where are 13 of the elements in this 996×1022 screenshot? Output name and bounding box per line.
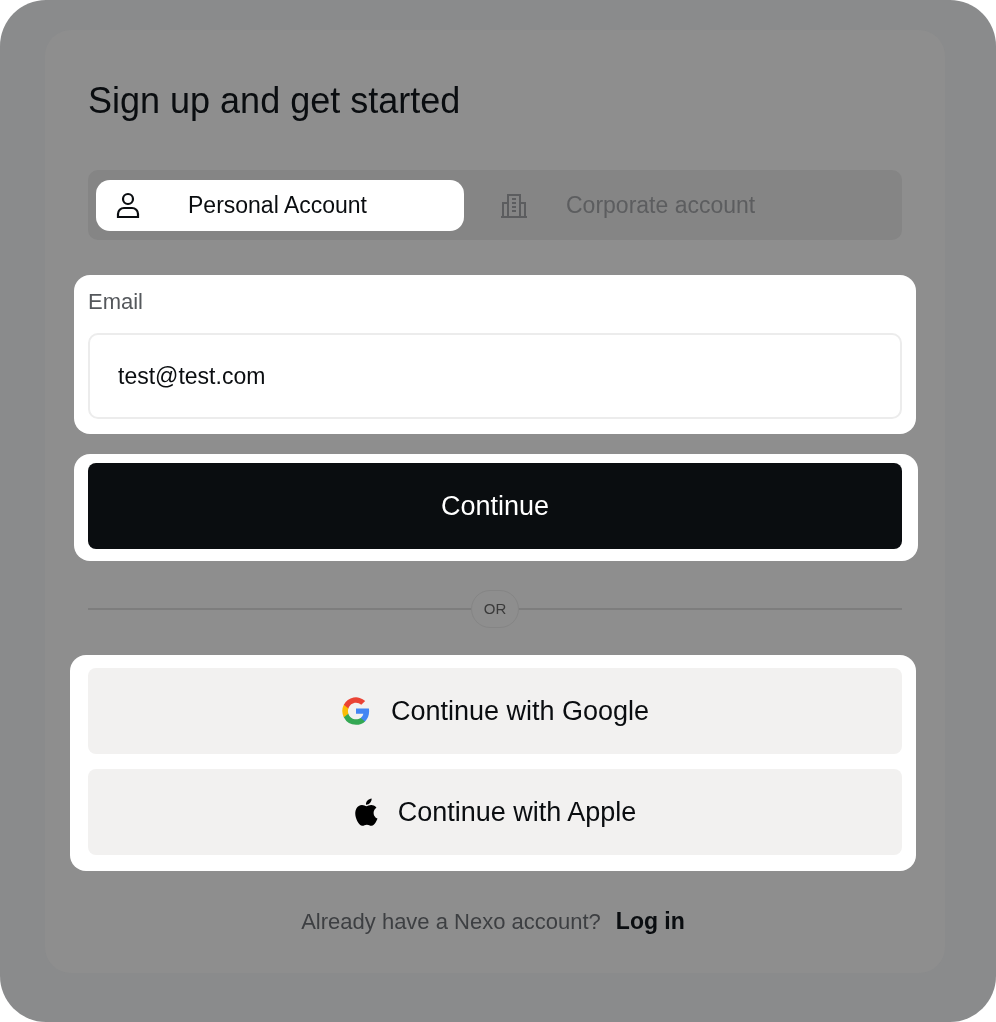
person-icon bbox=[116, 192, 140, 218]
apple-icon bbox=[353, 798, 378, 826]
footer-text: Already have a Nexo account? bbox=[301, 907, 601, 936]
field-label: Email bbox=[88, 289, 143, 315]
google-icon bbox=[340, 696, 371, 726]
email-field[interactable]: test@test.com bbox=[88, 333, 902, 419]
account-tab[interactable]: Personal Account bbox=[96, 179, 464, 231]
building-icon bbox=[500, 192, 528, 218]
page-title: Sign up and get started bbox=[88, 80, 461, 122]
login-link[interactable]: Log in bbox=[615, 904, 685, 939]
social-login-button[interactable]: Continue with Google bbox=[88, 668, 902, 754]
social-login-button[interactable]: Continue with Apple bbox=[88, 769, 902, 855]
continue-button[interactable]: Continue bbox=[88, 463, 902, 549]
